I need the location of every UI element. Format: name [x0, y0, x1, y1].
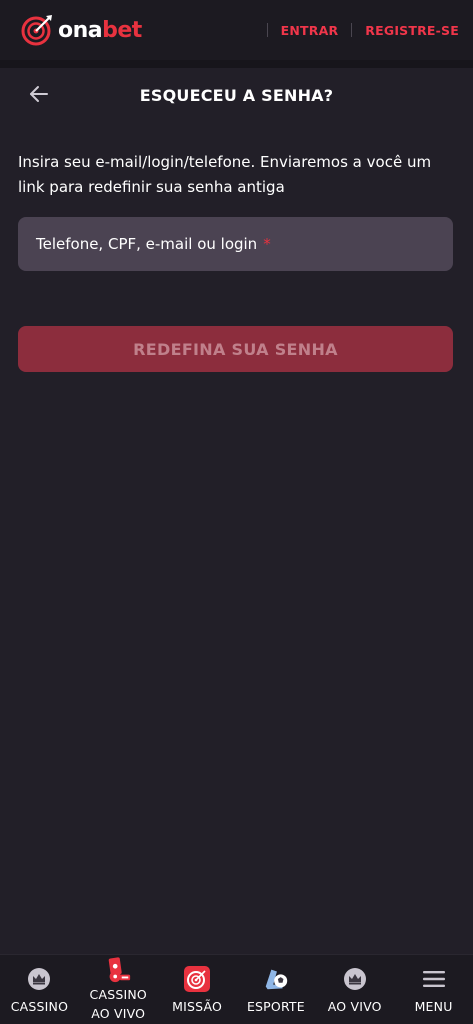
live-casino-icon: [104, 955, 132, 985]
nav-item-esporte[interactable]: ESPORTE: [236, 955, 315, 1024]
input-placeholder: Telefone, CPF, e-mail ou login: [36, 235, 258, 253]
nav-item-menu[interactable]: MENU: [394, 955, 473, 1024]
logo-prefix: ona: [58, 17, 103, 43]
nav-label-cassino: CASSINO: [10, 999, 69, 1014]
logo[interactable]: onabet: [20, 13, 142, 47]
title-row: ESQUECEU A SENHA?: [0, 68, 473, 124]
identifier-input[interactable]: Telefone, CPF, e-mail ou login *: [18, 217, 453, 271]
target-icon: [183, 965, 211, 993]
crown-icon: [341, 965, 369, 993]
header-actions: ENTRAR REGISTRE-SE: [266, 0, 459, 60]
logo-accent: bet: [102, 17, 142, 43]
instructions-text: Insira seu e-mail/login/telefone. Enviar…: [18, 153, 432, 196]
nav-item-cassino-ao-vivo[interactable]: CASSINO AO VIVO: [79, 955, 158, 1024]
nav-label-esporte: ESPORTE: [246, 999, 305, 1014]
reset-password-button[interactable]: REDEFINA SUA SENHA: [18, 326, 453, 372]
nav-label-ao-vivo: AO VIVO: [327, 999, 382, 1014]
hamburger-menu-icon: [420, 965, 448, 993]
nav-item-missao[interactable]: MISSÃO: [158, 955, 237, 1024]
register-link[interactable]: REGISTRE-SE: [352, 23, 459, 38]
crown-icon: [25, 965, 53, 993]
bottom-nav: CASSINO CASSINO AO VIVO MISSÃO ESPORTE A…: [0, 954, 473, 1024]
required-mark: *: [263, 235, 271, 253]
sport-ball-icon: [262, 965, 290, 993]
nav-label-cassino-ao-vivo: CASSINO AO VIVO: [90, 985, 147, 1023]
nav-label-missao: MISSÃO: [172, 999, 223, 1014]
nav-label-line1: CASSINO: [89, 987, 147, 1002]
page-title: ESQUECEU A SENHA?: [139, 86, 334, 105]
nav-label-line2: AO VIVO: [91, 1006, 146, 1021]
reset-password-label: REDEFINA SUA SENHA: [133, 339, 338, 359]
logo-wordmark: onabet: [58, 18, 142, 43]
nav-item-ao-vivo[interactable]: AO VIVO: [315, 955, 394, 1024]
nav-item-cassino[interactable]: CASSINO: [0, 955, 79, 1024]
nav-label-menu: MENU: [414, 999, 453, 1014]
top-header: onabet ENTRAR REGISTRE-SE: [0, 0, 473, 60]
header-band: [0, 60, 473, 68]
app-root: onabet ENTRAR REGISTRE-SE ESQUECEU A SEN…: [0, 0, 473, 1024]
target-logo-icon: [20, 13, 54, 47]
login-link[interactable]: ENTRAR: [268, 23, 352, 38]
